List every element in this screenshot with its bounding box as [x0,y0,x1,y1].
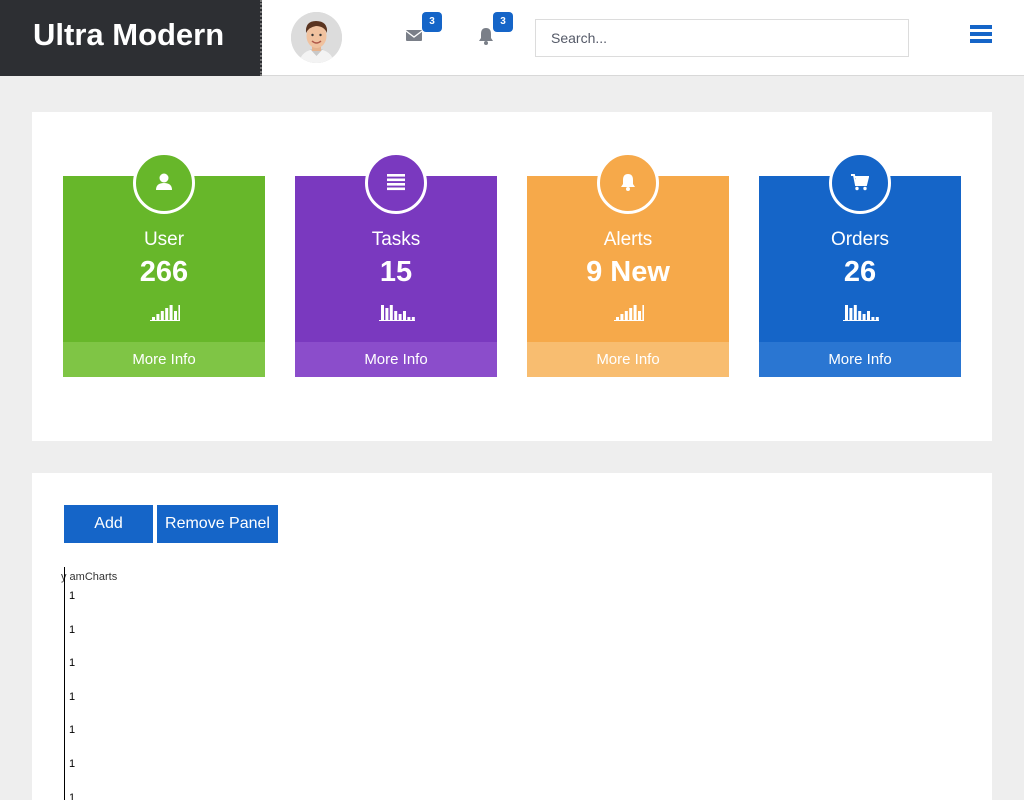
sparkline-bar [174,311,177,320]
chart-panel: Add Panel Remove Panel y amCharts 1 1 1 1 1 1… [32,473,992,800]
notifications-badge: 3 [493,12,513,32]
stat-value: 26 [843,256,877,288]
sparkline-bar [633,305,637,320]
stats-panel: User 266 More Info Tasks 15 More Info Al… [32,112,992,441]
chart-tick-label: 1 [69,623,76,636]
stat-value: 266 [139,256,189,288]
hamburger-menu-icon[interactable] [970,24,992,44]
stat-label: Tasks [371,229,421,250]
sparkline-baseline [843,320,879,321]
stat-card-orders[interactable]: Orders 26 More Info [759,152,961,377]
sparkline-bar [394,311,398,320]
sparkline-bar [845,305,848,320]
chart-tick-label: 1 [69,791,76,800]
sparkline-chart [379,305,415,321]
sparkline-bar [853,305,857,320]
sparkline-bar [858,311,862,320]
top-header: Ultra Modern 3 3 [0,0,1024,76]
messages-badge: 3 [422,12,442,32]
avatar-image [291,12,342,63]
sparkline-bar [398,314,402,320]
chart-tick-label: 1 [69,724,76,737]
sparkline-bar [642,305,644,320]
sparkline-bar [638,311,641,320]
sparkline-bar [871,317,875,320]
more-info-link[interactable]: More Info [527,342,729,377]
chart-tick-label: 1 [69,690,76,703]
list-icon [365,152,427,214]
stat-card-tasks[interactable]: Tasks 15 More Info [295,152,497,377]
more-info-link[interactable]: More Info [759,342,961,377]
chart-y-axis [64,567,65,800]
bell-icon [597,152,659,214]
sparkline-bar [624,311,628,320]
sparkline-bar [152,317,155,320]
sparkline-baseline [614,320,644,321]
sparkline-bar [160,311,164,320]
remove-panel-button[interactable]: Remove Panel [157,505,278,543]
user-avatar[interactable] [291,12,342,63]
sparkline-baseline [150,320,180,321]
more-info-link[interactable]: More Info [63,342,265,377]
stat-value: 9 New [586,256,670,288]
chart-tick-label: 1 [69,758,76,770]
sparkline-bar [385,308,389,320]
sparkline-bar [620,314,624,320]
stat-value: 15 [379,256,413,288]
chart-tick-label: 1 [69,657,76,670]
sparkline-bar [156,314,160,320]
sparkline-bar [169,305,173,320]
stat-card-user[interactable]: User 266 More Info [63,152,265,377]
chart-tick-label: 1 [69,590,76,602]
sparkline-bar [389,305,393,320]
sparkline-chart [150,305,180,321]
stat-label: Orders [830,229,890,250]
more-info-link[interactable]: More Info [295,342,497,377]
sparkline-baseline [379,320,415,321]
sparkline-bar [629,308,633,320]
sparkline-bar [849,308,853,320]
stat-label: User [143,229,185,250]
stat-card-alerts[interactable]: Alerts 9 New More Info [527,152,729,377]
add-panel-button[interactable]: Add Panel [64,505,153,570]
sparkline-bar [862,314,866,320]
sparkline-bar [411,317,415,320]
user-icon [133,152,195,214]
sparkline-bar [407,317,411,320]
search-input[interactable] [535,19,909,57]
sparkline-bar [867,311,870,320]
sparkline-bar [165,308,169,320]
sparkline-bar [381,305,384,320]
cart-icon [829,152,891,214]
stat-label: Alerts [603,229,653,250]
chart-credit: y amCharts [61,571,118,583]
sparkline-chart [843,305,879,321]
brand-logo[interactable]: Ultra Modern [0,0,262,76]
sparkline-bar [178,305,180,320]
sparkline-chart [614,305,644,321]
sparkline-bar [616,317,619,320]
sparkline-bar [403,311,406,320]
sparkline-bar [875,317,879,320]
